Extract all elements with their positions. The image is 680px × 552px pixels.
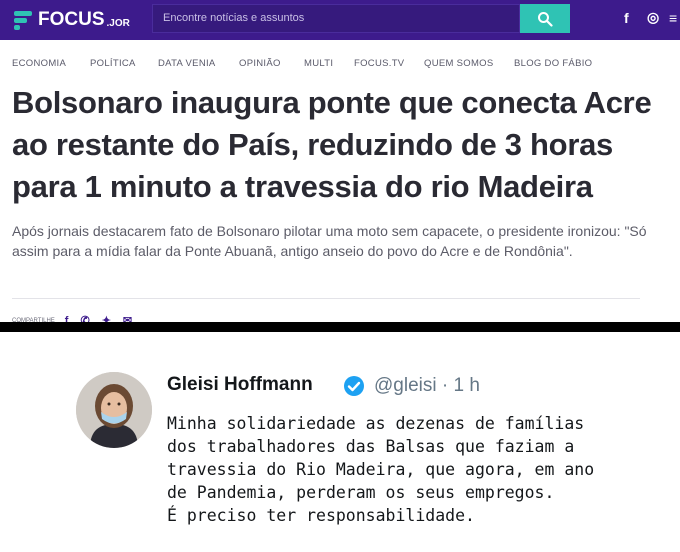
avatar[interactable] [76, 372, 152, 448]
site-header: FOCUS .JOR Encontre notícias e assuntos … [0, 0, 680, 40]
tweet-text: Minha solidariedade as dezenas de famíli… [167, 414, 595, 525]
main-nav: ECONOMIA POLÍTICA DATA VENIA OPINIÃO MUL… [12, 58, 604, 69]
nav-item-blog-do-fabio[interactable]: BLOG DO FÁBIO [514, 58, 604, 69]
search-icon [538, 12, 553, 27]
search-button[interactable] [520, 4, 570, 33]
nav-item-economia[interactable]: ECONOMIA [12, 58, 90, 69]
instagram-icon[interactable]: ◎ [647, 9, 659, 26]
divider [12, 298, 640, 299]
article-lede: Após jornais destacarem fato de Bolsonar… [12, 223, 647, 259]
search-input[interactable]: Encontre notícias e assuntos [152, 4, 520, 33]
nav-item-focus-tv[interactable]: FOCUS.TV [354, 58, 424, 69]
logo-mark-icon [12, 9, 34, 31]
logo-suffix: .JOR [106, 17, 130, 29]
nav-item-data-venia[interactable]: DATA VENIA [158, 58, 239, 69]
menu-icon[interactable]: ≡ [669, 10, 677, 26]
author-name[interactable]: Gleisi Hoffmann [167, 374, 313, 396]
avatar-photo [76, 372, 152, 448]
site-logo[interactable]: FOCUS .JOR [12, 7, 130, 33]
nav-item-politica[interactable]: POLÍTICA [90, 58, 158, 69]
nav-item-multi[interactable]: MULTI [304, 58, 354, 69]
verified-badge-icon [344, 376, 364, 396]
author-handle[interactable]: @gleisi · 1 h [374, 375, 480, 397]
image-separator [0, 322, 680, 332]
logo-text: FOCUS [38, 9, 105, 30]
nav-item-opiniao[interactable]: OPINIÃO [239, 58, 304, 69]
facebook-icon[interactable]: f [624, 10, 629, 26]
tweet-screenshot: Gleisi Hoffmann @gleisi · 1 h Minha soli… [0, 332, 680, 552]
article-headline: Bolsonaro inaugura ponte que conecta Acr… [12, 85, 652, 204]
news-screenshot: FOCUS .JOR Encontre notícias e assuntos … [0, 0, 680, 327]
search-placeholder: Encontre notícias e assuntos [163, 12, 305, 24]
nav-item-quem-somos[interactable]: QUEM SOMOS [424, 58, 514, 69]
